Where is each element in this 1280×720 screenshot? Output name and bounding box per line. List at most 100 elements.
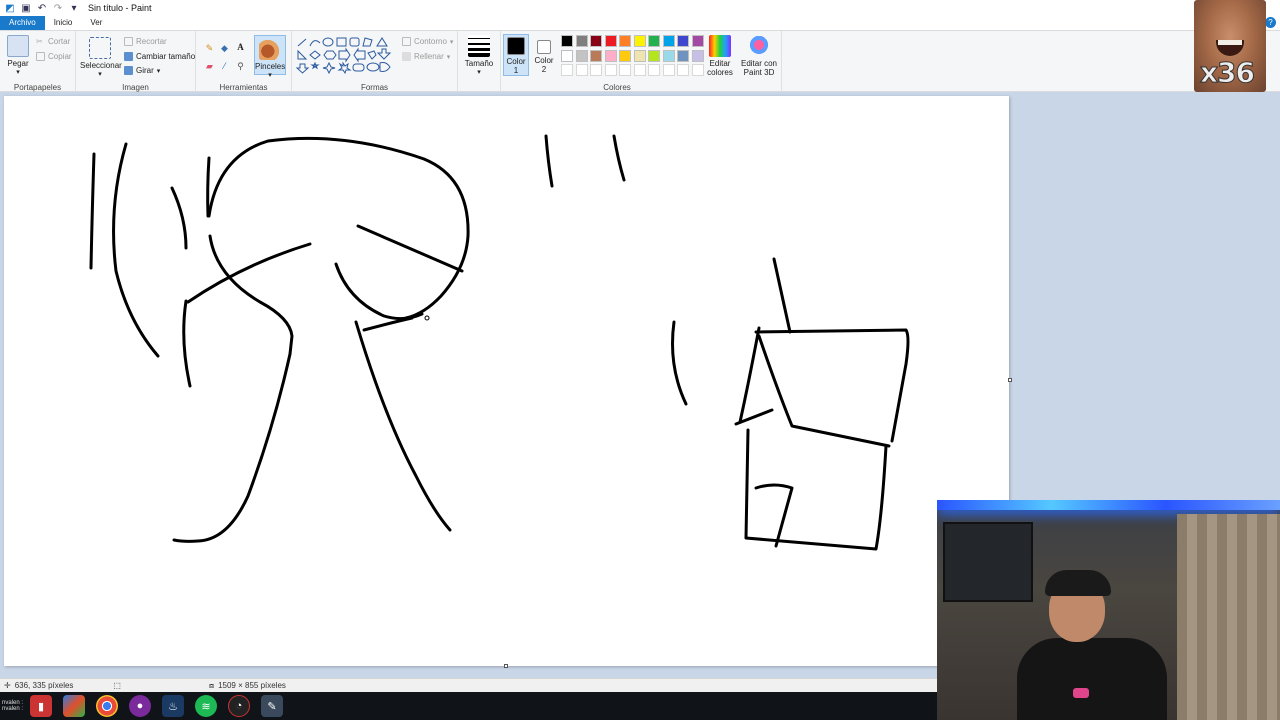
shapes-gallery[interactable] <box>296 37 406 79</box>
palette-swatch[interactable] <box>575 49 588 62</box>
palette-empty-slot[interactable] <box>561 64 573 76</box>
palette-swatch[interactable] <box>662 49 675 62</box>
paste-button[interactable]: Pegar ▾ <box>4 35 32 76</box>
palette-swatch[interactable] <box>691 35 704 47</box>
copy-button[interactable]: Copiar <box>36 52 72 61</box>
app-multicolor-icon[interactable] <box>63 695 85 717</box>
tab-archivo[interactable]: Archivo <box>0 16 45 30</box>
palette-swatch[interactable] <box>648 35 660 47</box>
fill-button[interactable]: Rellenar ▾ <box>402 52 450 61</box>
palette-swatch[interactable] <box>648 49 660 62</box>
palette-swatch[interactable] <box>691 49 704 62</box>
palette-empty-slot[interactable] <box>604 64 617 76</box>
quick-access-dropdown-icon[interactable]: ▾ <box>68 2 80 14</box>
tab-ver[interactable]: Ver <box>81 16 111 30</box>
stroke <box>334 262 424 321</box>
palette-swatch[interactable] <box>590 49 602 62</box>
color2-button[interactable]: Color 2 <box>531 36 557 76</box>
copy-icon <box>36 52 45 61</box>
redo-icon[interactable]: ↷ <box>52 2 64 14</box>
color-picker-icon[interactable]: ⁄ <box>219 61 230 72</box>
brushes-button[interactable]: Pinceles ▾ <box>254 35 286 79</box>
steam-icon[interactable]: ♨ <box>162 695 184 717</box>
palette-empty-slot[interactable] <box>677 64 689 76</box>
drawing-canvas[interactable] <box>4 96 1009 666</box>
crop-button[interactable]: Recortar <box>124 37 167 46</box>
palette-swatch[interactable] <box>561 49 573 62</box>
emote-count: x36 <box>1199 56 1255 90</box>
selection-rect-icon <box>89 37 111 59</box>
palette-swatch[interactable] <box>575 35 588 47</box>
clipboard-group-label: Portapapeles <box>13 83 62 92</box>
palette-swatch[interactable] <box>633 35 646 47</box>
outline-button[interactable]: Contorno ▾ <box>402 37 453 46</box>
obs-icon[interactable]: ● <box>129 695 151 717</box>
resize-handle-bottom[interactable] <box>504 664 508 668</box>
rotate-icon <box>124 66 133 75</box>
eraser-icon[interactable]: ▰ <box>204 61 215 72</box>
paint-taskbar-icon[interactable]: ✎ <box>261 695 283 717</box>
magnifier-icon[interactable]: ⚲ <box>235 61 246 72</box>
save-icon[interactable]: ▣ <box>20 2 32 14</box>
stroke <box>172 352 292 543</box>
shapes-group: Contorno ▾ Rellenar ▾ Formas <box>292 31 458 93</box>
palette-empty-slot[interactable] <box>575 64 588 76</box>
text-tool-icon[interactable]: A <box>235 42 246 53</box>
palette-swatch[interactable] <box>604 49 617 62</box>
palette-empty-slot[interactable] <box>648 64 660 76</box>
fill-bucket-icon[interactable]: ◆ <box>219 43 230 54</box>
resize-handle-right[interactable] <box>1008 378 1012 382</box>
stroke <box>170 186 188 250</box>
edit-colors-button[interactable]: Editar colores <box>705 35 735 77</box>
ribbon: Pegar ▾ ✂ Cortar Copiar Portapapeles Sel… <box>0 30 1280 93</box>
rotate-button[interactable]: Girar ▾ <box>124 66 160 75</box>
shapes-group-label: Formas <box>360 83 389 92</box>
emote-teeth <box>1218 40 1242 45</box>
palette-empty-slot[interactable] <box>590 64 602 76</box>
stroke <box>738 326 761 424</box>
help-icon[interactable]: ? <box>1265 17 1276 28</box>
resize-button[interactable]: Cambiar tamaño <box>124 52 195 61</box>
palette-swatch[interactable] <box>561 35 573 47</box>
pencil-icon[interactable]: ✎ <box>204 43 215 54</box>
palette-swatch[interactable] <box>662 35 675 47</box>
webcam-background-tv <box>943 522 1033 602</box>
stroke <box>757 334 891 448</box>
size-button[interactable]: Tamaño ▾ <box>462 35 496 76</box>
stroke <box>754 328 910 443</box>
palette-swatch[interactable] <box>619 35 631 47</box>
palette-empty-slot[interactable] <box>633 64 646 76</box>
palette-empty-slot[interactable] <box>619 64 631 76</box>
select-button[interactable]: Seleccionar ▾ <box>80 37 122 78</box>
color1-button[interactable]: Color 1 <box>503 34 529 76</box>
image-group: Seleccionar ▾ Recortar Cambiar tamaño Gi… <box>76 31 196 93</box>
stroke <box>356 224 464 273</box>
palette-empty-slot[interactable] <box>662 64 675 76</box>
stroke <box>362 316 414 332</box>
color2-swatch <box>537 40 551 54</box>
palette-empty-slot[interactable] <box>691 64 704 76</box>
tools-group-label: Herramientas <box>219 83 268 92</box>
palette-swatch[interactable] <box>677 35 689 47</box>
app-circle-icon[interactable]: ◔ <box>228 695 250 717</box>
palette-swatch[interactable] <box>633 49 646 62</box>
palette-swatch[interactable] <box>677 49 689 62</box>
paint3d-button[interactable]: Editar con Paint 3D <box>739 35 779 77</box>
palette-swatch[interactable] <box>604 35 617 47</box>
chrome-icon[interactable] <box>96 695 118 717</box>
cut-button[interactable]: ✂ Cortar <box>36 37 70 46</box>
streamer-body <box>1017 638 1167 720</box>
palette-swatch[interactable] <box>590 35 602 47</box>
spotify-icon[interactable]: ≋ <box>195 695 217 717</box>
webcam-led-strip <box>937 500 1280 510</box>
taskbar-user-label: nvalen : nvalen : <box>2 700 24 712</box>
shirt-logo <box>1073 688 1089 698</box>
app-red-icon[interactable]: ▮ <box>30 695 52 717</box>
palette-swatch[interactable] <box>619 49 631 62</box>
window-title: Sin título - Paint <box>88 3 152 13</box>
tab-inicio[interactable]: Inicio <box>45 16 82 30</box>
stroke <box>206 156 211 218</box>
title-bar: ◩ ▣ ↶ ↷ ▾ Sin título - Paint <box>0 0 1280 16</box>
brush-icon <box>259 38 281 60</box>
undo-icon[interactable]: ↶ <box>36 2 48 14</box>
